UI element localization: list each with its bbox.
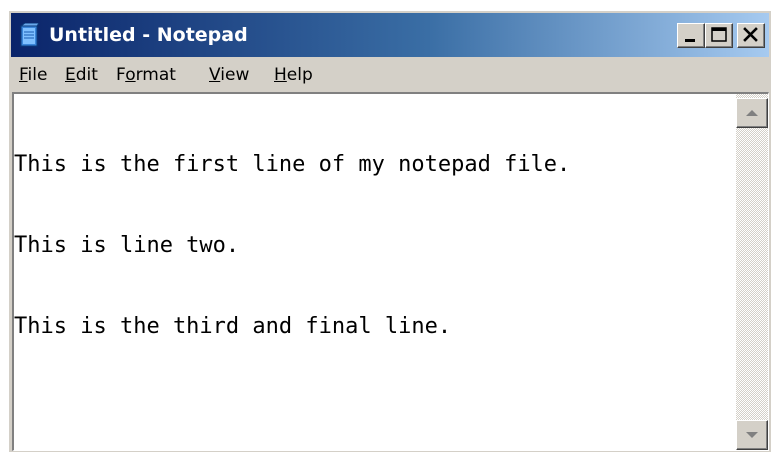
title-bar[interactable]: Untitled - Notepad: [11, 13, 769, 57]
scroll-down-arrow-icon: [746, 432, 758, 438]
menu-view[interactable]: View: [209, 65, 249, 85]
maximize-button[interactable]: [705, 23, 733, 48]
minimize-icon: [685, 39, 695, 42]
menu-bar: File Edit Format View Help: [11, 59, 769, 89]
vertical-scrollbar[interactable]: [736, 94, 768, 450]
editor-line: This is line two.: [14, 233, 240, 258]
menu-help[interactable]: Help: [274, 65, 313, 85]
close-icon: [743, 27, 758, 42]
menu-edit[interactable]: Edit: [65, 65, 98, 85]
window-title: Untitled - Notepad: [49, 24, 248, 46]
scroll-up-button[interactable]: [736, 98, 768, 128]
menu-format[interactable]: Format: [116, 65, 176, 85]
scroll-down-button[interactable]: [736, 420, 768, 450]
notepad-window: Untitled - Notepad File Edit Format View…: [8, 10, 771, 452]
close-button[interactable]: [737, 23, 765, 48]
scroll-up-arrow-icon: [746, 110, 758, 116]
text-editor[interactable]: This is the first line of my notepad fil…: [12, 92, 769, 451]
editor-text-area[interactable]: This is the first line of my notepad fil…: [14, 97, 729, 447]
minimize-button[interactable]: [677, 23, 705, 48]
menu-file[interactable]: File: [19, 65, 47, 85]
editor-line: This is the first line of my notepad fil…: [14, 152, 571, 177]
editor-line: This is the third and final line.: [14, 314, 452, 339]
maximize-icon: [711, 27, 727, 42]
notepad-icon[interactable]: [18, 22, 40, 47]
